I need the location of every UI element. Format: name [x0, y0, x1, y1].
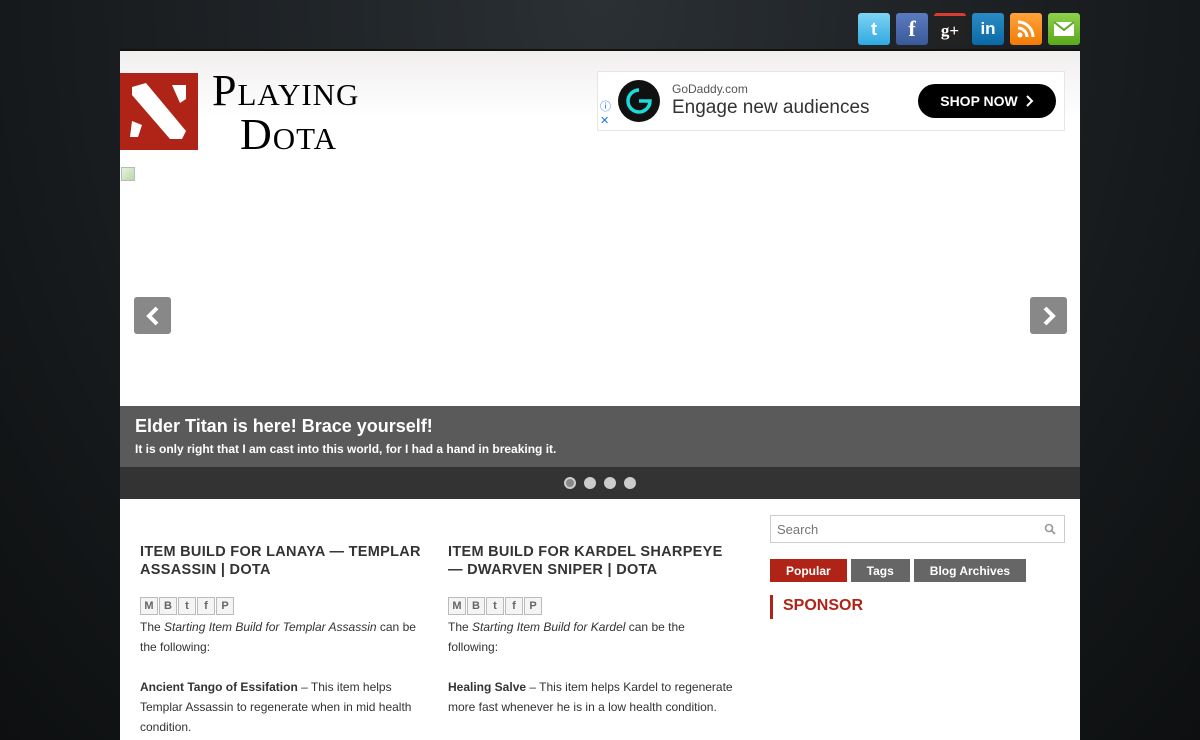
slide-caption-subtitle: It is only right that I am cast into thi… — [135, 442, 557, 456]
sidebar-tabs: Popular Tags Blog Archives — [770, 559, 1065, 582]
image-slider[interactable]: Elder Titan is here! Brace yourself! It … — [120, 166, 1080, 499]
post-item-description: Ancient Tango of Essifation – This item … — [140, 680, 412, 734]
post-intro: The Starting Item Build for Kardel can b… — [448, 620, 685, 654]
facebook-icon[interactable]: f — [896, 13, 928, 45]
twitter-icon[interactable]: t — [858, 13, 890, 45]
blogger-share-icon[interactable]: B — [159, 597, 177, 615]
site-title: Playing Dota — [212, 69, 359, 157]
slider-dot-2[interactable] — [584, 477, 596, 489]
dota-logo-icon — [120, 73, 198, 150]
post-item-description: Healing Salve – This item helps Kardel t… — [448, 680, 733, 714]
main-content: Item Build for Lanaya — Templar Assassin… — [120, 499, 1080, 740]
post-card: Item Build for Lanaya — Templar Assassin… — [140, 543, 430, 737]
slider-dot-4[interactable] — [624, 477, 636, 489]
search-icon[interactable] — [1044, 523, 1056, 535]
post-intro: The Starting Item Build for Templar Assa… — [140, 620, 416, 654]
pinterest-share-icon[interactable]: P — [216, 597, 234, 615]
mail-icon[interactable] — [1048, 13, 1080, 45]
sponsor-heading: SPONSOR — [770, 595, 1065, 619]
site-logo[interactable]: Playing Dota — [120, 69, 359, 157]
post-title[interactable]: Item Build for Lanaya — Templar Assassin… — [140, 543, 430, 579]
tab-tags[interactable]: Tags — [850, 559, 910, 582]
search-input[interactable] — [771, 516, 1064, 542]
shop-now-label: SHOP NOW — [940, 93, 1018, 109]
rss-icon[interactable] — [1010, 13, 1042, 45]
blogger-share-icon[interactable]: B — [467, 597, 485, 615]
ad-headline: Engage new audiences — [672, 97, 870, 118]
shop-now-button[interactable]: SHOP NOW — [918, 84, 1056, 118]
slide-caption-title[interactable]: Elder Titan is here! Brace yourself! — [135, 416, 1065, 436]
site-title-line2: Dota — [240, 110, 338, 159]
share-bar: M B t f P — [448, 597, 738, 615]
slider-dot-3[interactable] — [604, 477, 616, 489]
post-card: Item Build for Kardel Sharpeye — Dwarven… — [448, 543, 738, 717]
twitter-share-icon[interactable]: t — [486, 597, 504, 615]
pinterest-share-icon[interactable]: P — [524, 597, 542, 615]
post-title[interactable]: Item Build for Kardel Sharpeye — Dwarven… — [448, 543, 738, 579]
ad-choices-icon[interactable]: ⓘ ✕ — [600, 100, 611, 128]
slider-next-button[interactable] — [1030, 297, 1067, 334]
email-share-icon[interactable]: M — [140, 597, 158, 615]
facebook-share-icon[interactable]: f — [505, 597, 523, 615]
site-title-line1: Playing — [212, 66, 360, 115]
ad-source: GoDaddy.com — [672, 82, 748, 96]
tab-blog-archives[interactable]: Blog Archives — [913, 559, 1027, 582]
slider-pagination — [120, 467, 1080, 499]
chevron-right-icon — [1026, 95, 1034, 107]
godaddy-logo-icon — [618, 80, 660, 122]
chevron-right-icon — [1043, 306, 1056, 325]
social-bar: t f g+ in — [858, 13, 1080, 45]
chevron-left-icon — [145, 306, 158, 325]
facebook-share-icon[interactable]: f — [197, 597, 215, 615]
twitter-share-icon[interactable]: t — [178, 597, 196, 615]
email-share-icon[interactable]: M — [448, 597, 466, 615]
linkedin-icon[interactable]: in — [972, 13, 1004, 45]
tab-popular[interactable]: Popular — [770, 559, 847, 582]
search-box — [770, 515, 1065, 543]
ad-banner[interactable]: ⓘ ✕ GoDaddy.com Engage new audiences SHOP… — [597, 71, 1065, 131]
slide-image — [121, 167, 135, 181]
google-plus-icon[interactable]: g+ — [934, 13, 966, 45]
site-header: Playing Dota ⓘ ✕ GoDaddy.com Engage new a… — [120, 51, 1080, 163]
slider-prev-button[interactable] — [134, 297, 171, 334]
share-bar: M B t f P — [140, 597, 430, 615]
slider-dot-1[interactable] — [564, 477, 576, 489]
slide-caption[interactable]: Elder Titan is here! Brace yourself! It … — [120, 406, 1080, 467]
page-container: Playing Dota ⓘ ✕ GoDaddy.com Engage new a… — [120, 49, 1080, 740]
sidebar: Popular Tags Blog Archives SPONSOR — [770, 515, 1065, 619]
